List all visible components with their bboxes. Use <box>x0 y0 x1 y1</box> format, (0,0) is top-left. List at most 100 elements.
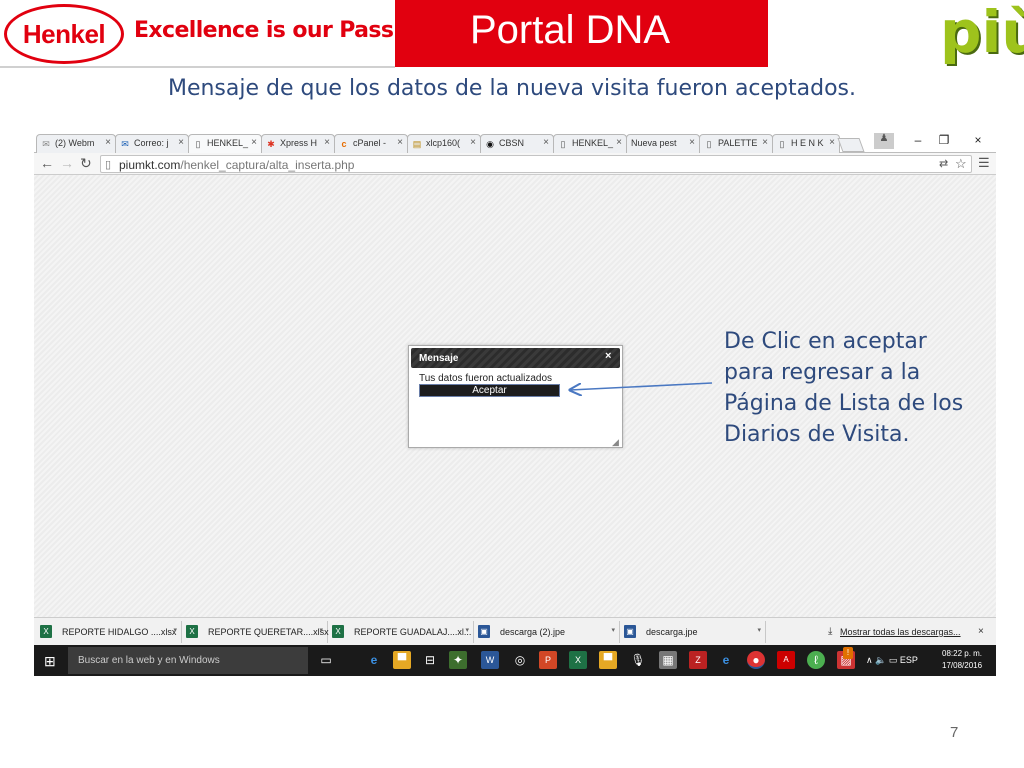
chevron-down-icon[interactable]: ▾ <box>173 626 177 634</box>
filezilla-icon[interactable]: Z <box>689 651 707 669</box>
banner-title: Portal DNA <box>470 8 671 52</box>
message-dialog: Mensaje × Tus datos fueron actualizados … <box>408 345 623 448</box>
page-icon: ▯ <box>779 139 785 149</box>
tab[interactable]: ✉ (2) Webm × <box>36 134 116 153</box>
ie-icon[interactable]: e <box>717 651 735 669</box>
chevron-down-icon[interactable]: ▾ <box>465 626 469 634</box>
clock[interactable]: 08:22 p. m. 17/08/2016 <box>942 648 982 672</box>
excel-icon: X <box>332 625 344 638</box>
new-tab-button[interactable] <box>837 138 865 152</box>
minimize-icon[interactable]: – <box>908 133 928 149</box>
tab-label: Nueva pest <box>631 138 677 148</box>
envelope-icon: ✉ <box>121 139 129 149</box>
close-icon[interactable]: × <box>543 137 549 148</box>
cpanel-icon: c <box>341 139 347 149</box>
close-icon[interactable]: × <box>251 137 257 148</box>
page-icon: ▯ <box>195 139 201 149</box>
tab-label: Correo: j <box>134 138 169 148</box>
close-icon[interactable]: × <box>105 137 111 148</box>
page-icon: ▯ <box>560 139 566 149</box>
chevron-down-icon[interactable]: ▾ <box>757 626 761 634</box>
piu-logo: più <box>940 0 1024 66</box>
restore-icon[interactable]: ❐ <box>934 133 954 149</box>
app-icon[interactable]: ℓ <box>807 651 825 669</box>
tab[interactable]: ▯ PALETTE × <box>699 134 773 153</box>
close-icon[interactable]: × <box>605 350 611 362</box>
mail-icon: ✉ <box>42 139 50 149</box>
message-icon[interactable]: ▭ <box>889 655 898 665</box>
logo-text: Henkel <box>22 18 106 49</box>
warning-icon[interactable]: ! <box>843 647 853 659</box>
tab[interactable]: ✱ Xpress H × <box>261 134 335 153</box>
download-item[interactable]: X REPORTE QUERETAR....xlsx ▾ <box>180 621 329 643</box>
chart-icon: ▤ <box>412 139 422 149</box>
tab[interactable]: c cPanel - × <box>334 134 408 153</box>
dialog-message: Tus datos fueron actualizados <box>419 373 553 384</box>
download-label: descarga.jpe <box>646 627 698 637</box>
tab[interactable]: ▯ HENKEL_ × <box>553 134 627 153</box>
search-input[interactable]: Buscar en la web y en Windows <box>68 647 308 674</box>
app-icon[interactable]: ◎ <box>511 651 529 669</box>
menu-icon[interactable]: ☰ <box>978 155 990 171</box>
tab[interactable]: ▯ H E N K × <box>772 134 840 153</box>
downloads-bar: X REPORTE HIDALGO ....xlsx ▾ X REPORTE QUER… <box>34 617 996 645</box>
tab[interactable]: ▤ xlcp160(× <box>407 134 481 153</box>
tab-label: HENKEL_ <box>207 138 249 148</box>
chrome-icon[interactable]: ● <box>747 651 765 669</box>
close-icon[interactable]: × <box>829 137 835 148</box>
tab[interactable]: ✉ Correo: j × <box>115 134 189 153</box>
tab-label: Xpress H <box>280 138 318 148</box>
close-icon[interactable]: × <box>762 137 768 148</box>
chevron-up-icon[interactable]: ∧ <box>866 655 873 665</box>
edge-icon[interactable]: e <box>365 651 383 669</box>
folder-icon[interactable]: ▀ <box>393 651 411 669</box>
word-icon[interactable]: W <box>481 651 499 669</box>
toolbar: ← → ↻ ▯ piumkt.com/henkel_captura/alta_i… <box>34 153 996 175</box>
tab[interactable]: Nueva pest × <box>626 134 700 153</box>
volume-icon[interactable]: 🔈 <box>875 655 886 665</box>
profile-icon[interactable]: ♟ <box>874 133 894 149</box>
star-icon[interactable]: ☆ <box>955 156 967 172</box>
download-label: REPORTE QUERETAR....xlsx <box>208 627 329 637</box>
close-icon[interactable]: × <box>397 137 403 148</box>
close-icon[interactable]: × <box>470 137 476 148</box>
tab[interactable]: ◉ CBSN × <box>480 134 554 153</box>
excel-icon[interactable]: X <box>569 651 587 669</box>
download-item[interactable]: X REPORTE GUADALAJ....xl... ▾ <box>326 621 474 643</box>
close-icon[interactable]: × <box>689 137 695 148</box>
powerpoint-icon[interactable]: P <box>539 651 557 669</box>
tab-active[interactable]: ▯ HENKEL_ × <box>188 134 262 153</box>
app-icon[interactable]: ✦ <box>449 651 467 669</box>
close-icon[interactable]: × <box>616 137 622 148</box>
download-label: REPORTE GUADALAJ....xl... <box>354 627 472 637</box>
translate-icon[interactable]: ⇄ <box>939 157 948 170</box>
page-number: 7 <box>950 724 959 741</box>
accept-button[interactable]: Aceptar <box>419 384 560 397</box>
reload-icon[interactable]: ↻ <box>80 155 92 172</box>
show-all-downloads-link[interactable]: Mostrar todas las descargas... <box>840 627 961 637</box>
folder-icon[interactable]: ▀ <box>599 651 617 669</box>
back-icon[interactable]: ← <box>40 155 54 171</box>
task-view-icon[interactable]: ▭ <box>317 651 335 669</box>
store-icon[interactable]: ⊟ <box>421 651 439 669</box>
page-info-icon[interactable]: ▯ <box>105 158 111 171</box>
language-indicator[interactable]: ESP <box>900 655 918 665</box>
download-item[interactable]: ▣ descarga.jpe ▾ <box>618 621 766 643</box>
chevron-down-icon[interactable]: ▾ <box>611 626 615 634</box>
download-item[interactable]: ▣ descarga (2).jpe ▾ <box>472 621 620 643</box>
acrobat-icon[interactable]: A <box>777 651 795 669</box>
chevron-down-icon[interactable]: ▾ <box>319 626 323 634</box>
close-window-icon[interactable]: × <box>968 133 988 149</box>
download-item[interactable]: X REPORTE HIDALGO ....xlsx ▾ <box>34 621 182 643</box>
app-icon[interactable]: ▦ <box>659 651 677 669</box>
microphone-icon[interactable]: 🎙 <box>629 651 647 669</box>
close-icon[interactable]: × <box>324 137 330 148</box>
url-bar[interactable]: ▯ piumkt.com/henkel_captura/alta_inserta… <box>100 155 972 173</box>
close-icon[interactable]: × <box>978 626 984 637</box>
image-icon: ▣ <box>478 625 490 638</box>
close-icon[interactable]: × <box>178 137 184 148</box>
forward-icon[interactable]: → <box>60 155 74 171</box>
resize-grip-icon[interactable]: ◢ <box>612 437 619 448</box>
dialog-title: Mensaje <box>411 348 620 368</box>
windows-start-icon[interactable]: ⊞ <box>44 653 56 670</box>
